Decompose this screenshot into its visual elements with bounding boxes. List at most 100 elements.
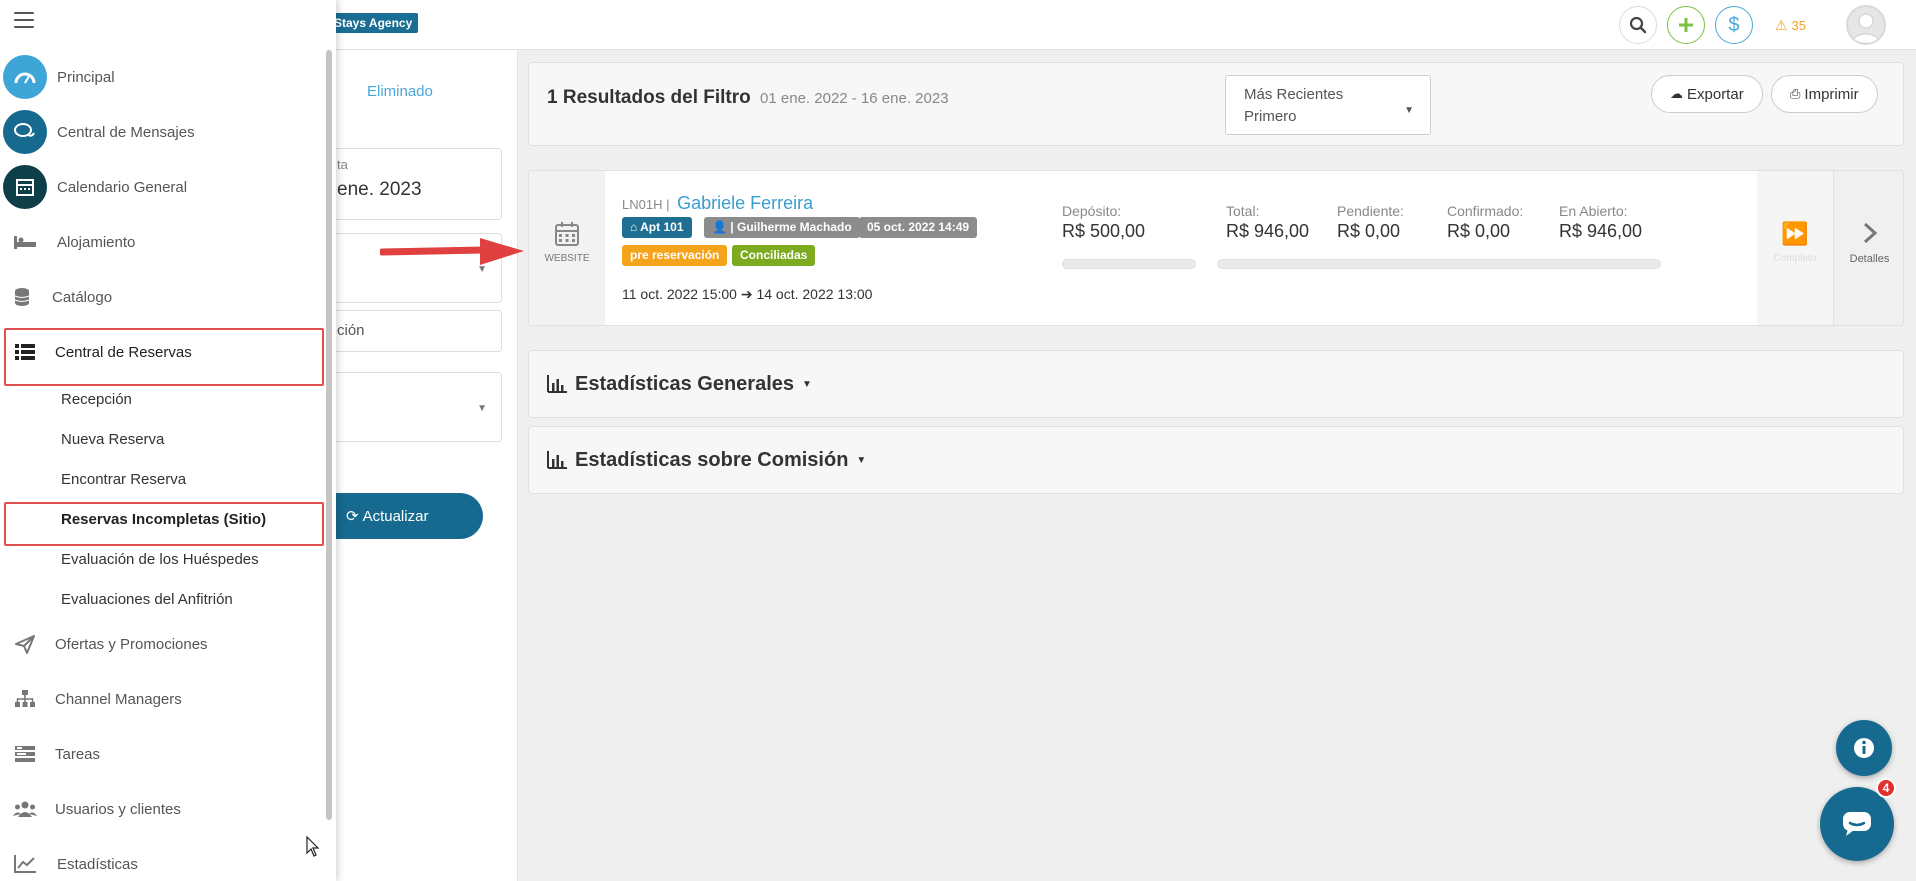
sidebar-item-label: Alojamiento — [57, 233, 136, 251]
info-button[interactable] — [1836, 720, 1892, 776]
sidebar-item-catalogo[interactable]: Catálogo — [0, 275, 320, 319]
reconciled-badge: Conciliadas — [732, 245, 816, 266]
sidebar-item-label: Central de Mensajes — [57, 123, 195, 141]
arrow-right-icon: ➔ — [740, 286, 753, 302]
export-button-label: Exportar — [1687, 85, 1744, 103]
paper-plane-icon — [3, 622, 47, 666]
sidebar-item-label: Usuarios y clientes — [55, 800, 181, 818]
sidebar-subitem-evaluacion-huespedes[interactable]: Evaluación de los Huéspedes — [61, 551, 259, 568]
created-date-tag: 05 oct. 2022 14:49 — [859, 217, 978, 238]
open-block: En Abierto: R$ 946,00 — [1559, 203, 1642, 242]
deposit-progress-bar — [1062, 259, 1196, 269]
warning-icon: ⚠ — [1774, 16, 1788, 33]
home-icon: ⌂ — [630, 220, 638, 234]
confirmed-value: R$ 0,00 — [1447, 221, 1511, 241]
booking-source-label: WEBSITE — [544, 253, 590, 264]
sidebar-item-label: Channel Managers — [55, 690, 182, 708]
sidebar-item-tareas[interactable]: Tareas — [0, 732, 320, 776]
total-label: Total: — [1226, 203, 1260, 219]
open-value: R$ 946,00 — [1559, 221, 1643, 241]
general-stats-panel[interactable]: Estadísticas Generales ▼ — [528, 350, 1904, 418]
status-badge: pre reservación — [622, 245, 728, 266]
menu-icon[interactable] — [14, 12, 34, 28]
export-button[interactable]: ☁ Exportar — [1651, 75, 1763, 113]
fast-forward-icon: ⏩ — [1781, 221, 1809, 246]
info-icon — [1854, 738, 1874, 758]
chevron-down-icon: ▼ — [477, 403, 487, 414]
date-filter-value: ene. 2023 — [337, 179, 422, 200]
sort-select[interactable]: Más Recientes Primero ▼ — [1225, 75, 1431, 135]
details-label: Detalles — [1849, 253, 1890, 265]
booking-dates: 11 oct. 2022 15:00 ➔ 14 oct. 2022 13:00 — [622, 286, 872, 303]
line-chart-icon — [3, 842, 47, 881]
mouse-cursor-icon — [306, 836, 320, 857]
search-button[interactable] — [1618, 6, 1657, 44]
sidebar-item-channel-managers[interactable]: Channel Managers — [0, 677, 320, 721]
sidebar-item-principal[interactable]: Principal — [0, 55, 320, 99]
sidebar-item-calendario[interactable]: Calendario General — [0, 165, 320, 209]
date-filter[interactable]: ta ene. 2023 — [318, 148, 502, 220]
sidebar-scrollbar[interactable] — [326, 50, 332, 820]
commission-stats-panel[interactable]: Estadísticas sobre Comisión ▼ — [528, 426, 1904, 494]
tasks-icon — [3, 732, 47, 776]
bed-icon — [3, 220, 47, 264]
add-button[interactable] — [1666, 6, 1705, 44]
bar-chart-icon — [547, 451, 567, 469]
highlight-box-reservas — [4, 328, 324, 386]
agent-tag: 👤 | Guilherme Machado — [704, 217, 860, 238]
update-button[interactable]: ⟳ Actualizar — [318, 493, 483, 539]
avatar[interactable] — [1846, 5, 1886, 45]
pending-label: Pendiente: — [1337, 203, 1404, 219]
sidebar-subitem-evaluaciones-anfitrion[interactable]: Evaluaciones del Anfitrión — [61, 591, 233, 608]
dashboard-icon — [3, 55, 47, 99]
refresh-icon: ⟳ — [346, 508, 359, 525]
eliminado-tab[interactable]: Eliminado — [367, 83, 433, 100]
booking-source: WEBSITE — [529, 171, 605, 325]
guest-name-link[interactable]: Gabriele Ferreira — [677, 193, 813, 213]
user-avatar-icon — [1851, 13, 1881, 43]
calendar-icon — [555, 222, 579, 246]
database-icon — [0, 275, 44, 319]
filter-select-2[interactable]: ▼ — [318, 372, 502, 442]
total-value: R$ 946,00 — [1226, 221, 1310, 241]
sidebar-item-mensajes[interactable]: Central de Mensajes — [0, 110, 320, 154]
pending-value: R$ 0,00 — [1337, 221, 1401, 241]
highlight-box-incompletas — [4, 502, 324, 546]
total-block: Total: R$ 946,00 — [1226, 203, 1309, 242]
sidebar-subitem-encontrar-reserva[interactable]: Encontrar Reserva — [61, 471, 186, 488]
date-filter-label: ta — [337, 157, 348, 172]
chat-badge: 4 — [1876, 778, 1896, 798]
filter-field[interactable]: ción — [318, 310, 502, 352]
chat-icon — [1843, 812, 1871, 836]
finance-button[interactable]: $ — [1714, 6, 1753, 44]
details-button[interactable]: Detalles — [1833, 171, 1903, 325]
sidebar-item-ofertas[interactable]: Ofertas y Promociones — [0, 622, 320, 666]
brand-badge: Stays Agency — [328, 13, 419, 33]
complete-button[interactable]: ⏩ Completo — [1757, 171, 1833, 325]
sidebar-item-alojamiento[interactable]: Alojamiento — [0, 220, 320, 264]
print-button-label: Imprimir — [1804, 85, 1859, 103]
apartment-tag: ⌂ Apt 101 — [622, 217, 692, 238]
comments-icon — [3, 110, 47, 154]
chevron-right-icon — [1863, 222, 1877, 244]
agent-tag-label: | Guilherme Machado — [730, 220, 852, 234]
sort-line-1: Más Recientes — [1244, 86, 1344, 103]
sidebar-subitem-nueva-reserva[interactable]: Nueva Reserva — [61, 431, 164, 448]
warning-count: 35 — [1791, 17, 1806, 33]
print-button[interactable]: ⎙ Imprimir — [1771, 75, 1878, 113]
warnings-button[interactable]: ⚠ 35 — [1775, 17, 1806, 34]
general-stats-title: Estadísticas Generales — [575, 372, 795, 395]
sidebar-item-usuarios[interactable]: Usuarios y clientes — [0, 787, 320, 831]
plus-icon — [1678, 18, 1693, 32]
sidebar-item-label: Catálogo — [52, 288, 113, 306]
results-header: 1 Resultados del Filtro 01 ene. 2022 - 1… — [528, 62, 1904, 146]
sidebar-item-label: Calendario General — [57, 178, 188, 196]
sidebar-subitem-recepcion[interactable]: Recepción — [61, 391, 132, 408]
sidebar-item-estadisticas[interactable]: Estadísticas — [0, 842, 320, 881]
complete-label: Completo — [1773, 253, 1817, 264]
sidebar-item-label: Tareas — [55, 745, 101, 763]
sort-line-2: Primero — [1244, 108, 1297, 125]
chat-button[interactable] — [1820, 787, 1894, 861]
booking-card[interactable]: WEBSITE LN01H | Gabriele Ferreira ⌂ Apt … — [528, 170, 1904, 326]
calendar-icon — [3, 165, 47, 209]
